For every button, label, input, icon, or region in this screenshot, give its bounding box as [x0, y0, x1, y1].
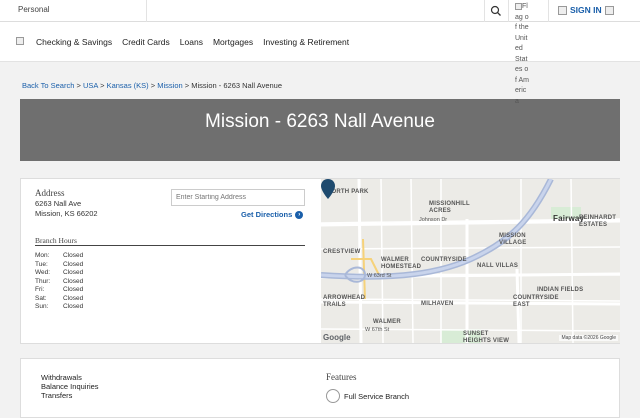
hours-day: Wed: — [35, 269, 51, 276]
features-heading: Features — [326, 372, 357, 382]
breadcrumb-separator: > — [184, 81, 190, 90]
hours-row: Sat: Closed — [35, 295, 83, 304]
street-label: W 63rd St — [367, 273, 392, 279]
flag-image-alt[interactable]: Flag of the United States of America — [515, 2, 529, 107]
breadcrumb-separator: > — [150, 81, 156, 90]
service-item: Transfers — [41, 391, 73, 400]
services-panel: Withdrawals Balance Inquiries Transfers … — [20, 358, 620, 418]
service-item: Balance Inquiries — [41, 382, 99, 391]
nav-menu: Checking & Savings Credit Cards Loans Mo… — [36, 37, 349, 47]
service-item: Withdrawals — [41, 373, 82, 382]
map-label: ARROWHEAD TRAILS — [323, 295, 366, 308]
search-icon[interactable] — [490, 5, 502, 17]
hours-list: Mon: Closed Tue: Closed Wed: Closed Thur: Cl… — [35, 252, 83, 312]
divider — [508, 0, 509, 22]
broken-image-icon — [515, 2, 522, 10]
address-city: Mission, KS 66202 — [35, 209, 98, 218]
main-nav: Checking & Savings Credit Cards Loans Mo… — [0, 22, 640, 62]
branch-map[interactable]: NORTH PARK MISSIONHILL ACRES Fairway REI… — [321, 179, 620, 343]
flag-alt-text: Flag of the United States of America — [515, 3, 530, 105]
map-label: COUNTRYSIDE EAST — [513, 295, 559, 308]
hours-value: Closed — [63, 269, 84, 276]
map-label: MILHAVEN — [421, 301, 454, 307]
divider — [146, 0, 147, 22]
map-label: REINHARDT ESTATES — [579, 215, 617, 228]
map-label: INDIAN FIELDS — [537, 287, 584, 293]
map-label: NALL VILLAS — [477, 263, 519, 269]
sign-in-label: SIGN IN — [570, 5, 602, 15]
nav-item-credit-cards[interactable]: Credit Cards — [122, 37, 170, 47]
map-label: COUNTRYSIDE — [421, 257, 467, 263]
map-label: CRESTVIEW — [323, 249, 361, 255]
map-label: WALMER HOMESTEAD — [381, 257, 422, 270]
hours-value: Closed — [63, 252, 84, 259]
hours-day: Mon: — [35, 252, 50, 259]
sign-in-button[interactable]: SIGN IN — [558, 5, 614, 15]
breadcrumb-separator: > — [100, 81, 105, 90]
hours-row: Sun: Closed — [35, 303, 83, 312]
breadcrumb-usa[interactable]: USA — [83, 81, 98, 90]
divider — [484, 0, 485, 22]
hours-day: Thur: — [35, 277, 51, 285]
broken-image-icon — [558, 5, 567, 15]
map-label: MISSIONHILL ACRES — [429, 201, 470, 214]
address-heading: Address — [35, 188, 65, 198]
hours-day: Fri: — [35, 286, 45, 293]
breadcrumb: Back To Search > USA > Kansas (KS) > Mis… — [22, 81, 282, 90]
nav-item-checking-savings[interactable]: Checking & Savings — [36, 37, 112, 47]
feature-item: Full Service Branch — [326, 389, 409, 403]
hours-row: Tue: Closed — [35, 261, 83, 270]
divider — [548, 0, 549, 22]
hours-value: Closed — [63, 260, 84, 268]
map-label: MISSION VILLAGE — [499, 233, 527, 246]
hours-row: Thur: Closed — [35, 278, 83, 287]
broken-image-icon — [604, 5, 614, 15]
street-label: W 67th St — [365, 327, 390, 333]
services-list: Withdrawals Balance Inquiries Transfers — [41, 373, 99, 400]
utility-bar: Personal Flag of the United States of Am… — [0, 0, 640, 105]
get-directions-label: Get Directions — [241, 210, 293, 219]
nav-item-loans[interactable]: Loans — [180, 37, 203, 47]
feature-label: Full Service Branch — [344, 391, 410, 401]
breadcrumb-mission[interactable]: Mission — [157, 81, 182, 90]
nav-item-mortgages[interactable]: Mortgages — [213, 37, 253, 47]
hours-value: Closed — [63, 277, 84, 285]
street-label: Johnson Dr — [419, 217, 448, 223]
hours-row: Wed: Closed — [35, 269, 83, 278]
hours-day: Sat: — [35, 294, 47, 302]
map-attribution[interactable]: Map data ©2026 Google — [559, 335, 618, 341]
map-label: SUNSET HEIGHTS VIEW — [463, 331, 510, 343]
location-panel: Address 6263 Nall Ave Mission, KS 66202 … — [20, 178, 620, 344]
map-roads — [321, 179, 620, 343]
page-title: Mission - 6263 Nall Avenue — [205, 111, 435, 132]
hours-value: Closed — [63, 303, 84, 310]
logo-icon[interactable] — [16, 37, 24, 45]
hours-value: Closed — [63, 294, 84, 302]
map-pin-icon[interactable] — [321, 179, 335, 199]
bank-icon — [326, 389, 340, 403]
breadcrumb-kansas[interactable]: Kansas (KS) — [107, 81, 149, 90]
segment-personal[interactable]: Personal — [18, 5, 50, 14]
get-directions-button[interactable]: Get Directions › — [241, 210, 304, 219]
nav-item-investing[interactable]: Investing & Retirement — [263, 37, 349, 47]
divider — [35, 245, 305, 246]
map-label: WALMER — [373, 319, 401, 325]
hours-value: Closed — [63, 286, 84, 293]
hours-row: Fri: Closed — [35, 286, 83, 295]
arrow-right-icon: › — [295, 210, 304, 219]
hours-row: Mon: Closed — [35, 252, 83, 261]
hours-day: Sun: — [35, 303, 49, 310]
breadcrumb-current: Mission - 6263 Nall Avenue — [191, 81, 283, 90]
breadcrumb-separator: > — [76, 81, 81, 90]
address-street: 6263 Nall Ave — [35, 199, 82, 208]
branch-hours-heading: Branch Hours — [35, 236, 77, 245]
google-logo: Google — [323, 333, 351, 342]
breadcrumb-back-to-search[interactable]: Back To Search — [22, 81, 74, 90]
page-hero: Mission - 6263 Nall Avenue — [20, 99, 620, 161]
hours-day: Tue: — [35, 260, 48, 268]
starting-address-input[interactable] — [171, 189, 305, 206]
